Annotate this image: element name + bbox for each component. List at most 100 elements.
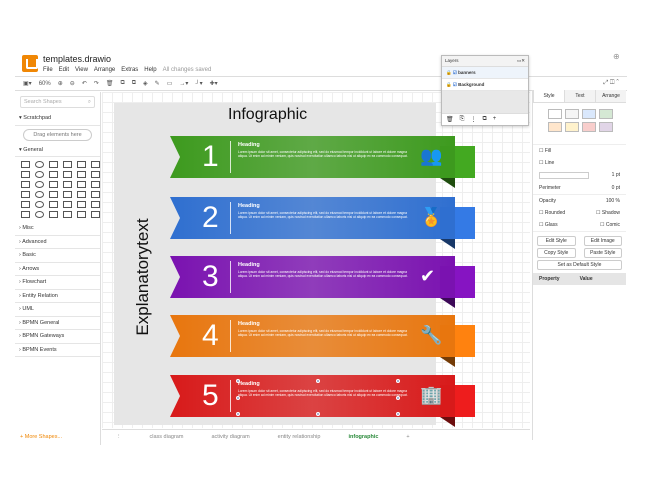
tab-arrange[interactable]: Arrange [595,90,626,102]
zoom-in-icon[interactable]: ⊕ [58,80,63,87]
shape-item[interactable] [77,171,86,178]
resize-handle[interactable] [236,412,240,416]
opacity-input[interactable]: 100 % [606,198,620,204]
scratchpad-header[interactable]: ▾ Scratchpad [15,112,100,126]
style-swatch[interactable] [599,122,613,132]
paste-style-button[interactable]: Paste Style [583,248,622,258]
shape-item[interactable] [77,181,86,188]
banner-4[interactable]: 4 Heading Lorem ipsum dolor sit amet, co… [170,315,455,357]
undo-icon[interactable]: ↶ [82,80,87,87]
menu-extras[interactable]: Extras [121,67,138,73]
tab-infographic[interactable]: infographic [334,430,393,444]
shape-item[interactable] [49,211,58,218]
more-icon[interactable]: ⋮ [470,116,476,123]
shape-item[interactable] [35,191,44,198]
sidebar-section[interactable]: › BPMN Gateways [15,330,100,344]
sidebar-section[interactable]: › BPMN Events [15,344,100,357]
connection-icon[interactable]: →▾ [179,80,188,87]
comic-checkbox[interactable]: ☐ Comic [600,222,620,228]
shape-item[interactable] [91,181,100,188]
shape-item[interactable] [49,181,58,188]
close-icon[interactable]: ▭✕ [517,58,525,64]
perimeter-input[interactable]: 0 pt [612,185,620,191]
sidebar-section[interactable]: › Basic [15,249,100,263]
shape-item[interactable] [77,211,86,218]
menu-file[interactable]: File [43,67,53,73]
shape-item[interactable] [21,191,30,198]
checkbox-icon[interactable]: ☑ [453,70,457,75]
menu-help[interactable]: Help [144,67,156,73]
shape-item[interactable] [21,161,30,168]
sidebar-section[interactable]: › Entity Relation [15,290,100,303]
search-shapes-input[interactable]: Search Shapes ⌕ [20,96,95,108]
menu-arrange[interactable]: Arrange [94,67,115,73]
sidebar-section[interactable]: › Advanced [15,236,100,249]
banner-5[interactable]: 5 Heading Lorem ipsum dolor sit amet, co… [170,375,455,417]
shape-item[interactable] [77,201,86,208]
style-swatch[interactable] [565,122,579,132]
tab-class-diagram[interactable]: class diagram [136,434,198,440]
scratchpad-drop-area[interactable]: Drag elements here [23,128,92,141]
sidebar-section[interactable]: › UML [15,303,100,317]
line-pattern-select[interactable] [539,172,589,179]
copy-style-button[interactable]: Copy Style [537,248,576,258]
shape-item[interactable] [21,211,30,218]
menu-view[interactable]: View [75,67,88,73]
tab-entity-relationship[interactable]: entity relationship [264,434,335,440]
style-swatch[interactable] [582,109,596,119]
banner-body[interactable]: Lorem ipsum dolor sit amet, consectetur … [238,329,408,337]
shape-item[interactable] [63,181,72,188]
banner-heading[interactable]: Heading [238,381,260,387]
explanatory-text[interactable]: Explanatorytext [133,218,153,335]
shadow-icon[interactable]: ▭ [167,80,173,87]
banner-body[interactable]: Lorem ipsum dolor sit amet, consectetur … [238,270,408,278]
style-swatch[interactable] [565,109,579,119]
layer-banners[interactable]: 🔒 ☑ banners [442,67,528,79]
shape-item[interactable] [21,171,30,178]
banner-heading[interactable]: Heading [238,262,260,268]
checkbox-icon[interactable]: ☑ [453,82,457,87]
banner-body[interactable]: Lorem ipsum dolor sit amet, consectetur … [238,389,408,397]
shape-item[interactable] [91,191,100,198]
resize-handle[interactable] [236,396,240,400]
glass-checkbox[interactable]: ☐ Glass [539,222,558,228]
delete-icon[interactable]: 🗑 [106,80,114,87]
resize-handle[interactable] [396,396,400,400]
style-swatch[interactable] [548,109,562,119]
shape-item[interactable] [63,161,72,168]
tab-activity-diagram[interactable]: activity diagram [197,434,263,440]
shape-item[interactable] [91,201,100,208]
shape-item[interactable] [63,201,72,208]
redo-icon[interactable]: ↷ [94,80,99,87]
pages-menu-icon[interactable]: ⋮ [102,434,136,440]
shape-item[interactable] [91,161,100,168]
sidebar-section[interactable]: › Misc [15,222,100,236]
shape-item[interactable] [63,211,72,218]
shape-item[interactable] [35,171,44,178]
banner-heading[interactable]: Heading [238,203,260,209]
shape-item[interactable] [77,191,86,198]
fullscreen-icon[interactable]: ⤢ ◫ ⌃ [603,80,619,87]
infographic-title[interactable]: Infographic [228,106,307,124]
fill-color-icon[interactable]: ◈ [143,80,148,87]
file-title[interactable]: templates.drawio [43,54,111,64]
shape-item[interactable] [91,171,100,178]
rounded-checkbox[interactable]: ☐ Rounded [539,210,565,216]
fill-option[interactable]: ☐ Fill [533,144,626,157]
banner-body[interactable]: Lorem ipsum dolor sit amet, consectetur … [238,211,408,219]
duplicate-layer-icon[interactable]: ⧉ [482,116,486,123]
shape-item[interactable] [35,211,44,218]
to-back-icon[interactable]: ⧉ [132,80,136,87]
zoom-select[interactable]: 60% [39,81,51,87]
line-width-input[interactable]: 1 pt [612,172,620,179]
shape-item[interactable] [21,181,30,188]
menu-edit[interactable]: Edit [59,67,69,73]
sidebar-section[interactable]: › Flowchart [15,276,100,290]
edit-style-button[interactable]: Edit Style [537,236,576,246]
set-default-style-button[interactable]: Set as Default Style [537,260,622,270]
sidebar-section[interactable]: › BPMN General [15,317,100,330]
line-color-icon[interactable]: ✎ [155,80,160,87]
resize-handle[interactable] [316,379,320,383]
globe-icon[interactable]: ⊕ [613,52,620,61]
shape-item[interactable] [63,171,72,178]
